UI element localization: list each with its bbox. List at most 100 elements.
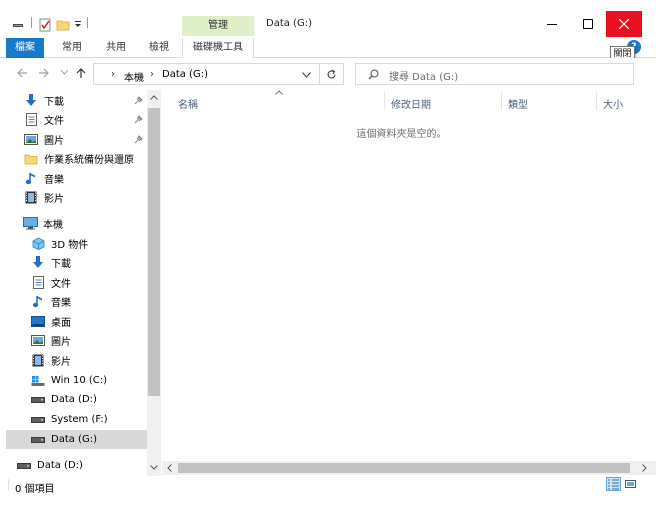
scroll-left-icon[interactable] xyxy=(167,464,172,472)
drive-icon xyxy=(30,393,46,407)
music-icon xyxy=(30,295,46,309)
column-header-type[interactable]: 類型 xyxy=(508,96,528,111)
toolbar-divider xyxy=(87,17,88,28)
drive-icon xyxy=(16,459,32,473)
horizontal-scroll-thumb[interactable] xyxy=(178,463,630,473)
status-bar xyxy=(0,476,656,495)
nav-item-label: 下載 xyxy=(51,259,71,270)
breadcrumb-data-g[interactable]: Data (G:) xyxy=(162,69,208,80)
large-icons-view-button[interactable] xyxy=(623,477,638,491)
nav-item-label: 作業系統備份與還原 xyxy=(44,155,134,166)
up-button[interactable] xyxy=(75,67,87,79)
nav-item-label: 桌面 xyxy=(51,318,71,329)
nav-item-videos[interactable]: 影片 xyxy=(6,188,147,207)
nav-item-this-pc[interactable]: 本機 xyxy=(6,214,147,233)
refresh-icon xyxy=(327,69,336,78)
document-icon xyxy=(30,276,46,290)
close-button[interactable] xyxy=(606,11,642,37)
chevron-down-icon xyxy=(61,70,68,75)
column-divider[interactable] xyxy=(596,92,597,110)
recent-locations-button[interactable] xyxy=(61,70,68,75)
address-dropdown-icon[interactable] xyxy=(302,72,311,78)
pin-icon[interactable] xyxy=(134,135,143,144)
nav-item-music[interactable]: 音樂 xyxy=(6,292,147,311)
music-icon xyxy=(23,172,39,186)
tab-drive-tools[interactable]: 磁碟機工具 xyxy=(182,38,254,59)
breadcrumb-chevron-icon: › xyxy=(111,69,115,80)
forward-arrow-icon xyxy=(39,68,49,78)
minimize-icon xyxy=(547,24,557,25)
nav-item-music[interactable]: 音樂 xyxy=(6,169,147,188)
nav-item-label: 音樂 xyxy=(51,298,71,309)
nav-item-label: 圖片 xyxy=(44,136,64,147)
picture-icon xyxy=(23,133,39,147)
nav-item-backup-folder[interactable]: 作業系統備份與還原 xyxy=(6,149,147,168)
pin-icon[interactable] xyxy=(134,96,143,105)
scroll-down-icon[interactable] xyxy=(150,465,158,470)
nav-item-documents[interactable]: 文件 xyxy=(6,110,147,129)
scroll-right-icon[interactable] xyxy=(642,464,647,472)
breadcrumb-chevron-icon: › xyxy=(150,69,154,80)
status-divider xyxy=(8,479,9,491)
tab-file[interactable]: 檔案 xyxy=(6,38,44,58)
nav-item-pictures[interactable]: 圖片 xyxy=(6,331,147,350)
tab-view[interactable]: 檢視 xyxy=(142,38,176,58)
nav-item-3d-objects[interactable]: 3D 物件 xyxy=(6,234,147,253)
details-view-button[interactable] xyxy=(606,477,621,491)
nav-item-desktop[interactable]: 桌面 xyxy=(6,312,147,331)
nav-item-label: 下載 xyxy=(44,97,64,108)
maximize-icon xyxy=(583,19,593,29)
tab-home[interactable]: 常用 xyxy=(55,38,89,58)
item-count: 0 個項目 xyxy=(15,484,55,495)
nav-item-documents[interactable]: 文件 xyxy=(6,273,147,292)
tab-share[interactable]: 共用 xyxy=(99,38,133,58)
sort-up-icon xyxy=(275,90,283,95)
back-arrow-icon xyxy=(17,68,27,78)
search-box[interactable]: 搜尋 Data (G:) xyxy=(355,63,634,85)
minimize-button[interactable] xyxy=(534,11,570,37)
maximize-button[interactable] xyxy=(570,11,606,37)
column-divider[interactable] xyxy=(501,92,502,110)
context-tab-manage[interactable]: 管理 xyxy=(182,16,254,36)
new-folder-icon[interactable] xyxy=(56,18,70,32)
empty-folder-message: 這個資料夾是空的。 xyxy=(356,129,447,140)
nav-item-label: Data (D:) xyxy=(51,394,97,405)
forward-button[interactable] xyxy=(38,67,50,79)
nav-item-videos[interactable]: 影片 xyxy=(6,351,147,370)
nav-item-downloads[interactable]: 下載 xyxy=(6,91,147,110)
column-divider[interactable] xyxy=(384,92,385,110)
nav-item-label: 本機 xyxy=(43,220,63,231)
nav-item-downloads[interactable]: 下載 xyxy=(6,253,147,272)
check-properties-icon[interactable] xyxy=(38,18,52,32)
nav-item-label: Data (D:) xyxy=(37,460,83,471)
video-icon xyxy=(23,191,39,205)
nav-item-label: System (F:) xyxy=(51,414,108,425)
nav-item-drive-g[interactable]: Data (G:) xyxy=(6,430,147,449)
navigation-pane: 下載 文件 圖片 作業系統備份與還原 音樂 影片 本機 3D 物件 下載 文件 xyxy=(0,90,161,476)
toolbar-divider xyxy=(31,17,32,28)
column-header-size[interactable]: 大小 xyxy=(603,96,623,111)
computer-icon xyxy=(22,217,38,231)
drive-icon xyxy=(30,433,46,447)
nav-item-drive-d-removable[interactable]: Data (D:) xyxy=(6,456,147,475)
scroll-up-icon[interactable] xyxy=(150,95,158,100)
refresh-button[interactable] xyxy=(320,63,344,85)
nav-item-label: 3D 物件 xyxy=(51,240,89,251)
pin-icon[interactable] xyxy=(134,115,143,124)
address-bar[interactable]: › 本機 › Data (G:) xyxy=(93,63,320,85)
breadcrumb-this-pc[interactable]: 本機 xyxy=(124,69,144,84)
large-icons-view-icon xyxy=(625,480,636,488)
nav-item-label: 影片 xyxy=(44,194,64,205)
nav-item-pictures[interactable]: 圖片 xyxy=(6,130,147,149)
nav-item-drive-c[interactable]: Win 10 (C:) xyxy=(6,371,147,390)
nav-item-label: Win 10 (C:) xyxy=(51,375,108,386)
customize-toolbar-icon[interactable] xyxy=(74,19,82,29)
properties-icon[interactable] xyxy=(12,18,24,30)
column-header-date-modified[interactable]: 修改日期 xyxy=(391,96,431,111)
nav-item-drive-d[interactable]: Data (D:) xyxy=(6,390,147,409)
back-button[interactable] xyxy=(16,67,28,79)
column-header-name[interactable]: 名稱 xyxy=(178,96,198,111)
nav-item-label: 音樂 xyxy=(44,175,64,186)
nav-item-drive-f[interactable]: System (F:) xyxy=(6,410,147,429)
nav-pane-scroll-thumb[interactable] xyxy=(148,108,160,396)
